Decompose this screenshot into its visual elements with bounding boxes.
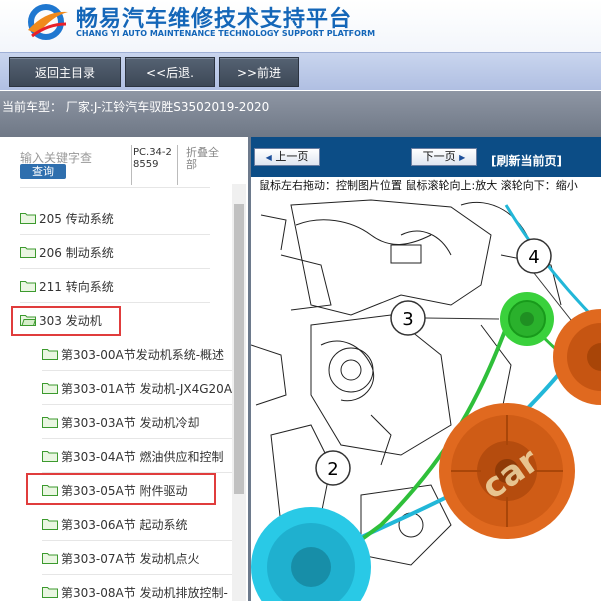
arrow-left-icon: ◀ [265,153,272,162]
catalog-tree: 205 传动系统 206 制动系统 211 转向系统 303 发动机 第303-… [0,184,232,601]
site-header: 畅易汽车维修技术支持平台 CHANG YI AUTO MAINTENANCE T… [0,0,601,52]
callout-2-label: 2 [327,459,338,480]
home-button[interactable]: 返回主目录 [9,57,121,87]
tree-item-label: 第303-06A节 起动系统 [61,518,188,532]
tree-item-label: 211 转向系统 [39,280,114,294]
folder-icon [42,349,58,360]
next-page-label: 下一页 [422,150,456,163]
toolbar-divider [131,145,132,185]
pc-code: PC.34-28559 [133,147,172,170]
folder-icon [42,383,58,394]
tree-item-303-00a[interactable]: 第303-00A节发动机系统-概述 [42,337,232,371]
callout-4-label: 4 [528,247,539,268]
query-button[interactable]: 查询 [20,164,66,179]
current-model-label: 当前车型： 厂家:J-江铃汽车驭胜S3502019-2020 [2,100,270,114]
idler-pulley [500,292,554,346]
folder-icon [42,553,58,564]
toolbar-divider [177,145,178,185]
prev-page-button[interactable]: ◀ 上一页 [254,148,320,166]
arrow-right-icon: ▶ [459,153,466,162]
tree-item-303-03a[interactable]: 第303-03A节 发动机冷却 [42,405,232,439]
brand-subtitle: CHANG YI AUTO MAINTENANCE TECHNOLOGY SUP… [76,29,376,38]
cy-swoosh-logo-icon [28,4,68,40]
tree-item-303-04a[interactable]: 第303-04A节 燃油供应和控制 [42,439,232,473]
nav-bar: 返回主目录 <<后退. >>前进 [0,52,601,90]
viewer-hint: 鼠标左右拖动：控制图片位置 鼠标滚轮向上:放大 滚轮向下：缩小 [251,177,601,195]
back-button[interactable]: <<后退. [125,57,215,87]
tree-item-label: 206 制动系统 [39,246,114,260]
tree-item-label: 第303-00A节发动机系统-概述 [61,348,225,362]
callout-3-label: 3 [402,309,413,330]
folder-icon [20,213,36,224]
viewer-panel: ◀ 上一页 下一页 ▶ [刷新当前页] 鼠标左右拖动：控制图片位置 鼠标滚轮向上… [251,137,601,601]
tree-item-303-06a[interactable]: 第303-06A节 起动系统 [42,507,232,541]
folder-icon [20,247,36,258]
folder-icon [20,281,36,292]
forward-button[interactable]: >>前进 [219,57,299,87]
left-panel: 输入关键字查 查询 PC.34-28559 折叠全部 205 传动系统 206 … [0,137,248,601]
folder-icon [42,587,58,598]
tree-item-211[interactable]: 211 转向系统 [20,269,210,303]
refresh-page-link[interactable]: [刷新当前页] [491,152,562,169]
folder-icon [42,417,58,428]
tree-item-206[interactable]: 206 制动系统 [20,235,210,269]
folder-icon [42,519,58,530]
tree-item-label: 第303-08A节 发动机排放控制- [61,586,228,600]
scrollbar-thumb[interactable] [234,204,244,494]
tree-item-label: 第303-03A节 发动机冷却 [61,416,200,430]
tree-item-303-08a[interactable]: 第303-08A节 发动机排放控制- [42,575,232,601]
status-strip: 当前车型： 厂家:J-江铃汽车驭胜S3502019-2020 [0,91,601,137]
tree-item-label: 第303-04A节 燃油供应和控制 [61,450,224,464]
prev-page-label: 上一页 [275,150,309,163]
engine-accessory-drive-diagram[interactable]: 2 3 4 car [251,195,601,601]
highlight-box [26,473,216,505]
tree-item-205[interactable]: 205 传动系统 [20,201,210,235]
callout-2: 2 [315,450,351,486]
tree-scrollbar[interactable] [232,184,246,601]
tree-row-partial [20,184,210,188]
tree-item-303-07a[interactable]: 第303-07A节 发动机点火 [42,541,232,575]
next-page-button[interactable]: 下一页 ▶ [411,148,477,166]
folder-icon [42,451,58,462]
tree-item-label: 205 传动系统 [39,212,114,226]
app-root: 畅易汽车维修技术支持平台 CHANG YI AUTO MAINTENANCE T… [0,0,601,601]
highlight-box [11,306,121,336]
tree-item-label: 第303-01A节 发动机-JX4G20A [61,382,232,396]
tree-item-303-01a[interactable]: 第303-01A节 发动机-JX4G20A [42,371,232,405]
page-toolbar: ◀ 上一页 下一页 ▶ [刷新当前页] [251,137,601,177]
tree-item-label: 第303-07A节 发动机点火 [61,552,200,566]
collapse-all-button[interactable]: 折叠全部 [186,147,226,171]
